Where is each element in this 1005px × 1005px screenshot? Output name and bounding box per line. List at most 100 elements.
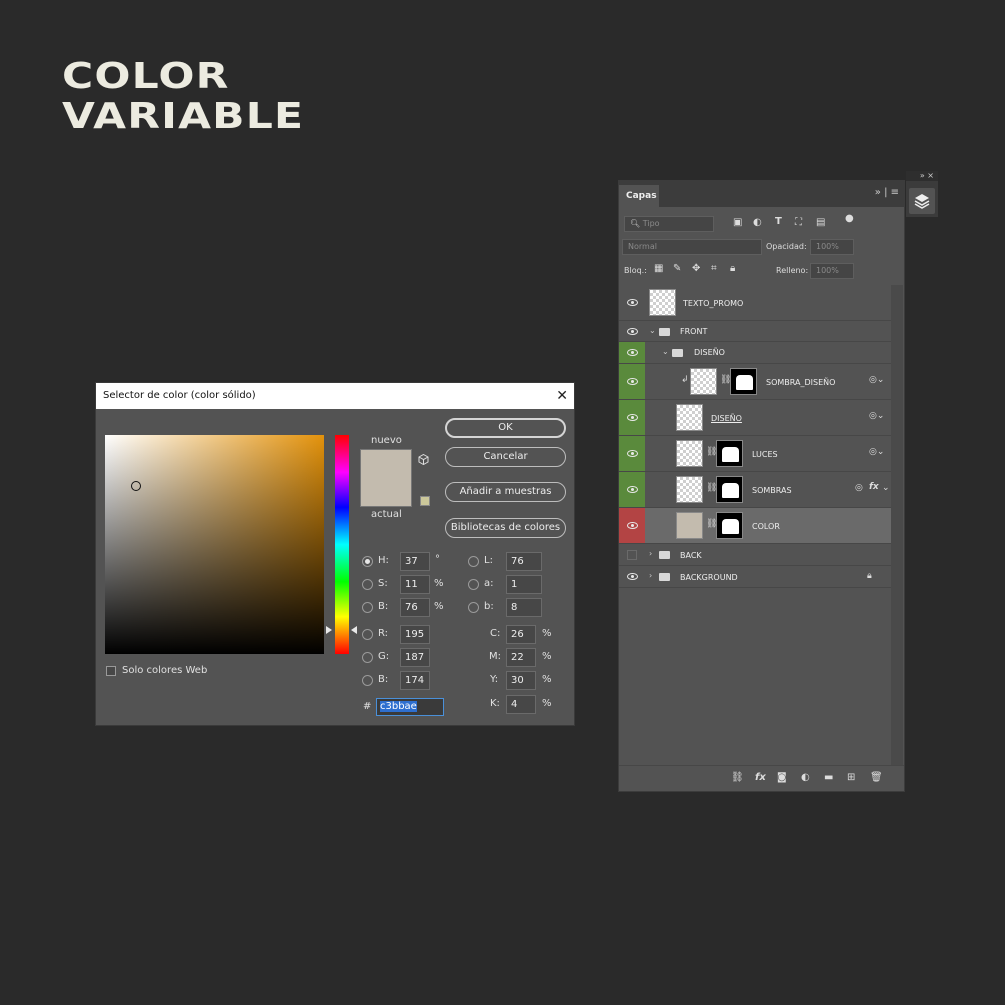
layer-row[interactable]: ↲ ⛓ SOMBRA_DISEÑO ◎⌄ bbox=[619, 364, 891, 400]
lock-artboard-icon[interactable]: ⌗ bbox=[711, 263, 717, 274]
lock-all-icon[interactable]: 🔒︎ bbox=[730, 263, 735, 274]
image-filter-icon[interactable]: ▣ bbox=[733, 217, 742, 228]
lab-b-input[interactable]: 8 bbox=[506, 598, 542, 617]
hue-slider[interactable] bbox=[335, 435, 349, 654]
layer-row[interactable]: › BACK bbox=[619, 544, 891, 566]
h-input[interactable]: 37 bbox=[400, 552, 430, 571]
color-cursor[interactable] bbox=[131, 481, 141, 491]
chevron-down-icon[interactable]: ⌄ bbox=[882, 483, 890, 493]
visibility-toggle[interactable] bbox=[619, 321, 645, 341]
filter-toggle-icon[interactable]: ● bbox=[845, 213, 854, 224]
add-to-swatches-button[interactable]: Añadir a muestras bbox=[445, 482, 566, 502]
b-input[interactable]: 76 bbox=[400, 598, 430, 617]
expand-icon[interactable]: » bbox=[920, 171, 925, 180]
current-color-label: actual bbox=[371, 509, 402, 520]
visibility-toggle[interactable] bbox=[619, 342, 645, 363]
smart-filter-icon[interactable]: ◎⌄ bbox=[869, 447, 884, 457]
visibility-toggle[interactable] bbox=[619, 364, 645, 399]
hex-input[interactable]: c3bbae bbox=[376, 698, 444, 716]
y-input[interactable]: 30 bbox=[506, 671, 536, 690]
cube-icon[interactable] bbox=[418, 454, 429, 465]
radio-lab-b[interactable] bbox=[468, 602, 479, 613]
fx-badge[interactable]: fx bbox=[869, 482, 879, 492]
radio-g[interactable] bbox=[362, 652, 373, 663]
chevron-right-icon[interactable]: › bbox=[649, 549, 652, 558]
link-layers-icon[interactable]: ⛓ bbox=[731, 772, 744, 783]
chevron-down-icon[interactable]: ⌄ bbox=[662, 347, 669, 356]
smart-filter-icon[interactable]: ◎ bbox=[855, 483, 863, 493]
radio-s[interactable] bbox=[362, 579, 373, 590]
layer-row[interactable]: ⛓ LUCES ◎⌄ bbox=[619, 436, 891, 472]
adjustment-filter-icon[interactable]: ◐ bbox=[753, 217, 762, 228]
shape-filter-icon[interactable]: ⛶ bbox=[795, 217, 802, 228]
lock-pixels-icon[interactable]: ✎ bbox=[673, 263, 681, 274]
radio-r[interactable] bbox=[362, 629, 373, 640]
new-layer-icon[interactable]: ⊞ bbox=[847, 772, 855, 783]
hue-slider-handle-left[interactable] bbox=[326, 626, 332, 634]
layer-mask-thumbnail[interactable] bbox=[716, 440, 743, 467]
fill-input[interactable]: 100% bbox=[810, 263, 854, 279]
radio-l[interactable] bbox=[468, 556, 479, 567]
s-input[interactable]: 11 bbox=[400, 575, 430, 594]
layer-row[interactable]: › BACKGROUND 🔒︎ bbox=[619, 566, 891, 588]
layer-row[interactable]: ⛓ COLOR bbox=[619, 508, 891, 544]
layer-row[interactable]: TEXTO_PROMO bbox=[619, 285, 891, 321]
blend-mode-select[interactable]: Normal bbox=[622, 239, 762, 255]
cancel-button[interactable]: Cancelar bbox=[445, 447, 566, 467]
current-color-swatch[interactable] bbox=[360, 478, 412, 507]
lock-position-icon[interactable]: ✥ bbox=[692, 263, 700, 274]
layer-mask-thumbnail[interactable] bbox=[716, 512, 743, 539]
radio-a[interactable] bbox=[468, 579, 479, 590]
layers-scrollbar[interactable] bbox=[891, 285, 903, 765]
a-input[interactable]: 1 bbox=[506, 575, 542, 594]
layer-row[interactable]: ⌄ DISEÑO bbox=[619, 342, 891, 364]
tab-layers[interactable]: Capas bbox=[619, 185, 659, 207]
visibility-toggle[interactable] bbox=[619, 285, 645, 320]
layer-mask-thumbnail[interactable] bbox=[716, 476, 743, 503]
chevron-down-icon[interactable]: ⌄ bbox=[649, 326, 656, 335]
new-group-icon[interactable]: ▬ bbox=[824, 772, 833, 783]
close-icon[interactable]: × bbox=[927, 171, 934, 180]
radio-h[interactable] bbox=[362, 556, 373, 567]
chevron-right-icon[interactable]: › bbox=[649, 571, 652, 580]
c-input[interactable]: 26 bbox=[506, 625, 536, 644]
add-mask-icon[interactable]: ◙ bbox=[777, 772, 787, 783]
saturation-brightness-field[interactable] bbox=[105, 435, 324, 654]
layer-row[interactable]: ⌄ FRONT bbox=[619, 321, 891, 342]
rgb-b-input[interactable]: 174 bbox=[400, 671, 430, 690]
layer-mask-thumbnail[interactable] bbox=[730, 368, 757, 395]
visibility-toggle[interactable] bbox=[619, 472, 645, 507]
g-input[interactable]: 187 bbox=[400, 648, 430, 667]
r-input[interactable]: 195 bbox=[400, 625, 430, 644]
websafe-swatch[interactable] bbox=[420, 496, 430, 506]
m-input[interactable]: 22 bbox=[506, 648, 536, 667]
trash-icon[interactable]: 🗑︎ bbox=[870, 772, 883, 783]
layer-row[interactable]: ⛓ SOMBRAS ◎ fx ⌄ bbox=[619, 472, 891, 508]
visibility-toggle[interactable] bbox=[619, 400, 645, 435]
hue-slider-handle-right[interactable] bbox=[351, 626, 357, 634]
ok-button[interactable]: OK bbox=[445, 418, 566, 438]
layers-panel-button[interactable] bbox=[909, 188, 935, 214]
filter-kind-select[interactable]: 🔍︎ Tipo bbox=[624, 216, 714, 232]
visibility-toggle[interactable] bbox=[619, 566, 645, 587]
visibility-toggle[interactable] bbox=[619, 544, 645, 565]
l-input[interactable]: 76 bbox=[506, 552, 542, 571]
radio-rgb-b[interactable] bbox=[362, 675, 373, 686]
adjustment-layer-icon[interactable]: ◐ bbox=[801, 772, 810, 783]
close-icon[interactable]: ✕ bbox=[556, 383, 568, 409]
smart-filter-icon[interactable]: ◎⌄ bbox=[869, 411, 884, 421]
color-libraries-button[interactable]: Bibliotecas de colores bbox=[445, 518, 566, 538]
text-filter-icon[interactable]: T bbox=[775, 216, 782, 227]
web-colors-checkbox[interactable] bbox=[106, 666, 116, 676]
lock-transparency-icon[interactable]: ▦ bbox=[654, 263, 663, 274]
smart-object-filter-icon[interactable]: ▤ bbox=[816, 217, 825, 228]
visibility-toggle[interactable] bbox=[619, 508, 645, 543]
layer-row[interactable]: DISEÑO ◎⌄ bbox=[619, 400, 891, 436]
radio-b[interactable] bbox=[362, 602, 373, 613]
fx-icon[interactable]: fx bbox=[755, 772, 766, 783]
k-input[interactable]: 4 bbox=[506, 695, 536, 714]
smart-filter-icon[interactable]: ◎⌄ bbox=[869, 375, 884, 385]
panel-menu-icon[interactable]: » | ≡ bbox=[875, 187, 899, 198]
visibility-toggle[interactable] bbox=[619, 436, 645, 471]
opacity-input[interactable]: 100% bbox=[810, 239, 854, 255]
